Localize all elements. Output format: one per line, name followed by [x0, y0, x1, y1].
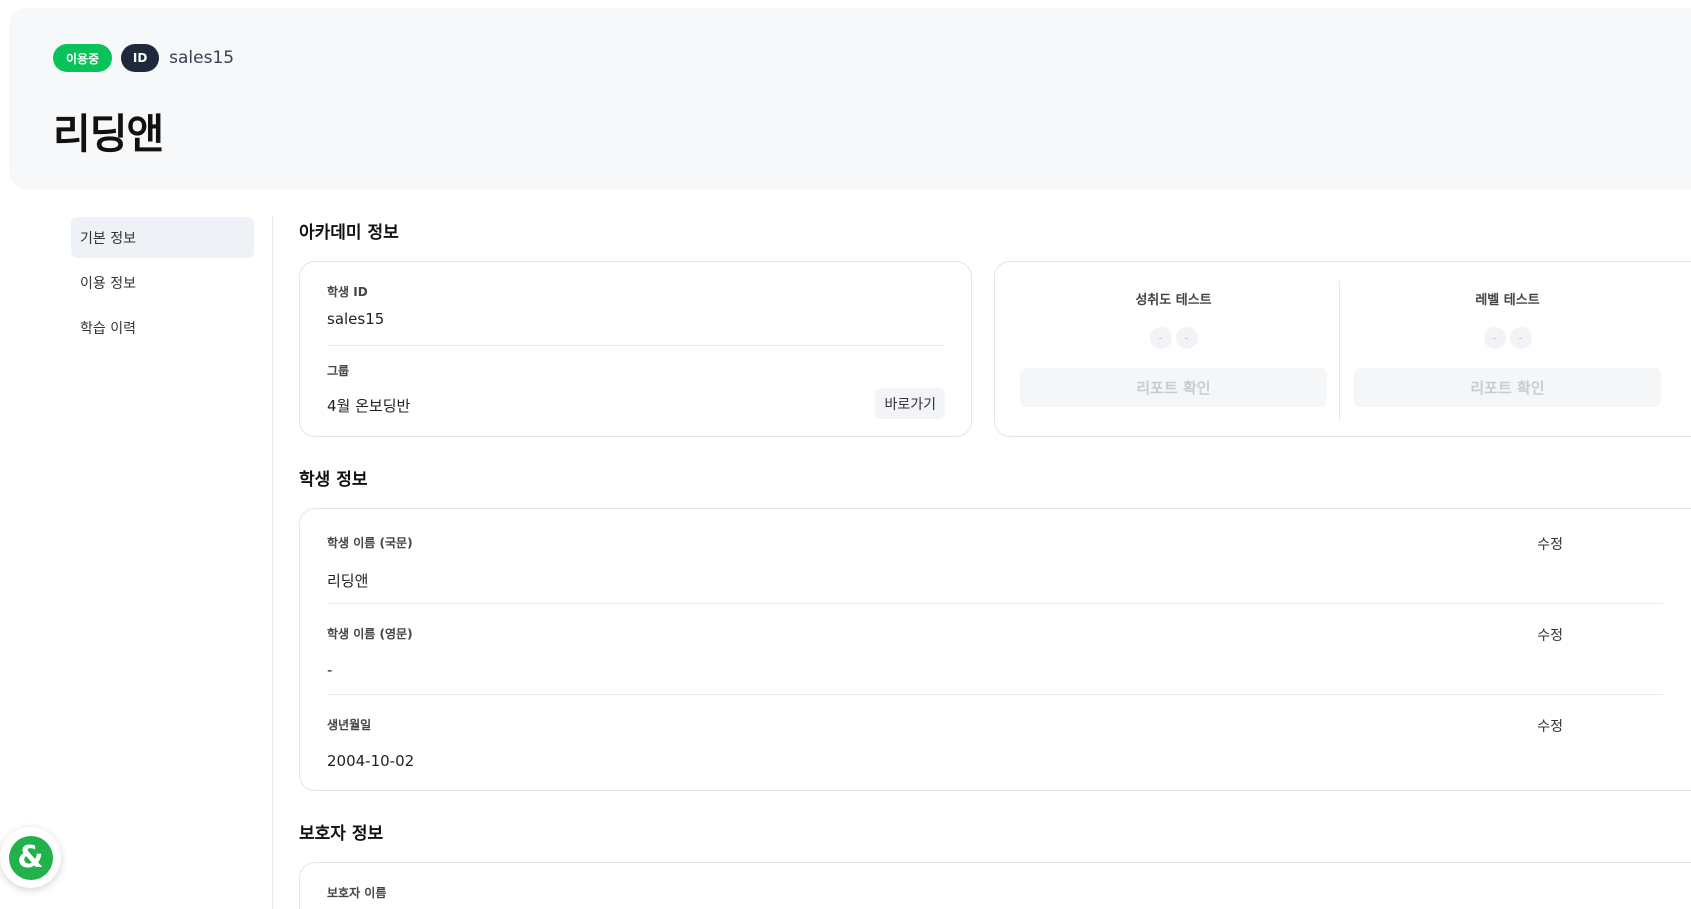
- student-id-label: 학생 ID: [327, 285, 368, 299]
- sidebar-item-learning-history[interactable]: 학습 이력: [71, 307, 254, 348]
- edit-birthdate-link[interactable]: 수정: [1537, 716, 1563, 736]
- level-test: 레벨 테스트 - - 리포트 확인: [1354, 262, 1661, 436]
- english-name-value: -: [327, 661, 333, 679]
- academy-info-card: 학생 ID sales15 그룹 4월 온보딩반 바로가기: [299, 261, 972, 437]
- level-report-button[interactable]: 리포트 확인: [1354, 368, 1661, 407]
- student-id-value: sales15: [327, 310, 385, 328]
- student-section-title: 학생 정보: [299, 470, 368, 490]
- page-title: 리딩앤: [53, 110, 164, 158]
- korean-name-label: 학생 이름 (국문): [327, 536, 413, 550]
- korean-name-value: 리딩앤: [327, 572, 369, 590]
- header-username: sales15: [169, 48, 235, 68]
- score-placeholder: -: [1175, 327, 1198, 349]
- id-badge: ID: [121, 44, 160, 72]
- group-label: 그룹: [327, 364, 350, 378]
- chat-fab-button[interactable]: &: [0, 827, 61, 888]
- divider: [327, 603, 1663, 604]
- academy-section-title: 아카데미 정보: [299, 223, 399, 243]
- goto-group-button[interactable]: 바로가기: [875, 388, 945, 419]
- edit-english-name-link[interactable]: 수정: [1537, 625, 1563, 645]
- edit-korean-name-link[interactable]: 수정: [1537, 534, 1563, 554]
- english-name-label: 학생 이름 (영문): [327, 627, 413, 641]
- test-column-divider: [1339, 281, 1340, 420]
- sidebar-item-basic-info[interactable]: 기본 정보: [71, 217, 254, 258]
- level-test-scores: - -: [1354, 327, 1661, 349]
- achievement-test-title: 성취도 테스트: [1135, 293, 1212, 308]
- guardian-name-label: 보호자 이름: [327, 886, 387, 900]
- birthdate-label: 생년월일: [327, 718, 372, 732]
- status-badge: 이용중: [53, 44, 113, 72]
- student-header: 이용중 ID sales15 리딩앤: [9, 8, 1691, 190]
- achievement-report-button[interactable]: 리포트 확인: [1020, 368, 1327, 407]
- birthdate-value: 2004-10-02: [327, 752, 415, 770]
- group-value: 4월 온보딩반: [327, 397, 411, 415]
- sidebar-divider: [272, 217, 273, 909]
- guardian-info-card: 보호자 이름: [299, 862, 1691, 909]
- student-info-card: 학생 이름 (국문) 수정 리딩앤 학생 이름 (영문) 수정 - 생년월일 수…: [299, 508, 1691, 791]
- achievement-test-scores: - -: [1020, 327, 1327, 349]
- score-placeholder: -: [1483, 327, 1506, 349]
- sidebar-nav: 기본 정보 이용 정보 학습 이력: [71, 217, 254, 352]
- divider: [327, 345, 945, 346]
- score-placeholder: -: [1509, 327, 1532, 349]
- level-test-title: 레벨 테스트: [1475, 293, 1540, 308]
- achievement-test: 성취도 테스트 - - 리포트 확인: [1020, 262, 1327, 436]
- ampersand-chat-icon: &: [8, 835, 53, 880]
- guardian-section-title: 보호자 정보: [299, 824, 384, 844]
- divider: [327, 694, 1663, 695]
- score-placeholder: -: [1149, 327, 1172, 349]
- sidebar-item-usage-info[interactable]: 이용 정보: [71, 262, 254, 303]
- header-badges: 이용중 ID sales15: [53, 44, 234, 72]
- test-results-card: 성취도 테스트 - - 리포트 확인 레벨 테스트 - - 리포트 확인: [994, 261, 1691, 437]
